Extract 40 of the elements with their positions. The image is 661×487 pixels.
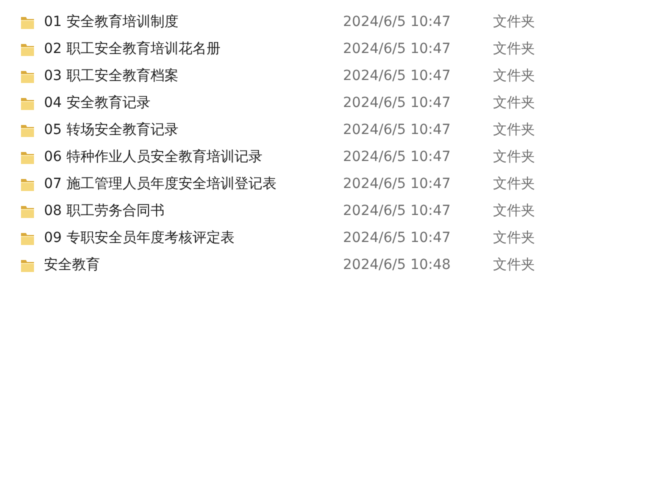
folder-icon <box>19 257 36 274</box>
modified-date: 2024/6/5 10:48 <box>343 256 452 275</box>
file-type: 文件夹 <box>493 202 535 221</box>
modified-date: 2024/6/5 10:47 <box>343 13 452 32</box>
file-type: 文件夹 <box>493 175 535 194</box>
modified-date: 2024/6/5 10:47 <box>343 202 452 221</box>
folder-icon <box>19 176 36 193</box>
file-name[interactable]: 安全教育 <box>44 255 343 276</box>
file-name[interactable]: 06 特种作业人员安全教育培训记录 <box>44 147 343 168</box>
modified-date: 2024/6/5 10:47 <box>343 94 452 113</box>
folder-icon <box>19 149 36 166</box>
file-type: 文件夹 <box>493 148 535 167</box>
folder-icon <box>19 203 36 220</box>
folder-icon <box>19 122 36 139</box>
file-type: 文件夹 <box>493 229 535 248</box>
folder-icon <box>19 41 36 58</box>
file-type: 文件夹 <box>493 13 535 32</box>
folder-icon <box>19 95 36 112</box>
modified-date: 2024/6/5 10:47 <box>343 229 452 248</box>
file-type: 文件夹 <box>493 121 535 140</box>
folder-icon <box>19 14 36 31</box>
file-type: 文件夹 <box>493 256 535 275</box>
modified-date: 2024/6/5 10:47 <box>343 175 452 194</box>
file-name[interactable]: 04 安全教育记录 <box>44 93 343 114</box>
file-name[interactable]: 05 转场安全教育记录 <box>44 120 343 141</box>
file-type: 文件夹 <box>493 67 535 86</box>
file-name[interactable]: 09 专职安全员年度考核评定表 <box>44 228 343 249</box>
folder-icon <box>19 230 36 247</box>
file-type: 文件夹 <box>493 94 535 113</box>
modified-date: 2024/6/5 10:47 <box>343 121 452 140</box>
file-name[interactable]: 08 职工劳务合同书 <box>44 201 343 222</box>
modified-date: 2024/6/5 10:47 <box>343 148 452 167</box>
modified-date: 2024/6/5 10:47 <box>343 40 452 59</box>
file-name[interactable]: 03 职工安全教育档案 <box>44 66 343 87</box>
file-name[interactable]: 07 施工管理人员年度安全培训登记表 <box>44 174 343 195</box>
modified-date: 2024/6/5 10:47 <box>343 67 452 86</box>
file-type: 文件夹 <box>493 40 535 59</box>
folder-icon <box>19 68 36 85</box>
file-name[interactable]: 02 职工安全教育培训花名册 <box>44 39 343 60</box>
file-name[interactable]: 01 安全教育培训制度 <box>44 12 343 33</box>
